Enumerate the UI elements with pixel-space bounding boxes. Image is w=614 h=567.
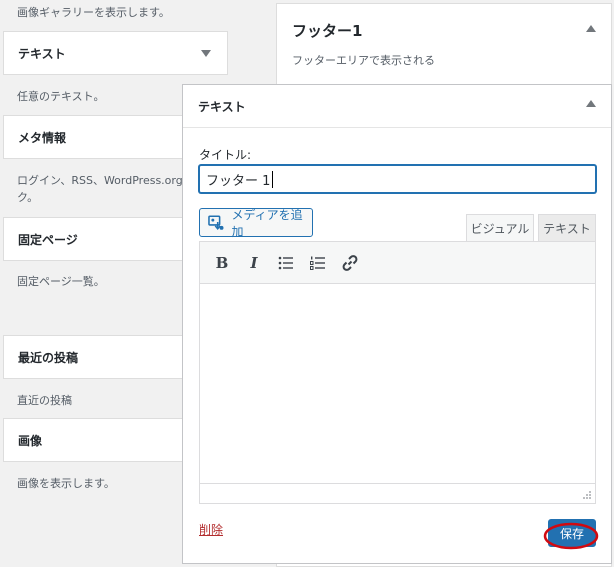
widget-image-description: 画像を表示します。	[17, 477, 115, 490]
widget-meta-title: メタ情報	[18, 130, 67, 145]
widget-text[interactable]: テキスト	[3, 31, 228, 75]
bulleted-list-button[interactable]	[270, 248, 302, 278]
numbered-list-icon	[310, 256, 325, 270]
widget-meta-description-cont: ク。	[17, 191, 39, 204]
delete-link[interactable]: 削除	[199, 521, 223, 538]
editor-statusbar	[200, 483, 595, 503]
insert-link-button[interactable]	[334, 248, 366, 278]
tab-visual-label: ビジュアル	[470, 222, 530, 236]
editor-toolbar: B I	[200, 242, 595, 284]
widget-pages-title: 固定ページ	[18, 232, 78, 247]
bold-icon: B	[215, 253, 229, 272]
widget-text-description: 任意のテキスト。	[17, 90, 105, 103]
widget-meta-description: ログイン、RSS、WordPress.org へのリン	[17, 174, 187, 187]
widget-meta[interactable]: メタ情報	[3, 115, 185, 159]
tab-text[interactable]: テキスト	[538, 214, 596, 242]
media-icon	[208, 214, 224, 230]
widget-image[interactable]: 画像	[3, 418, 185, 462]
add-media-button[interactable]: メディアを追加	[199, 207, 313, 239]
add-media-label: メディアを追加	[231, 207, 303, 239]
title-label: タイトル:	[199, 148, 252, 162]
sidebar-title[interactable]: フッター1	[292, 20, 362, 41]
widget-pages[interactable]: 固定ページ	[3, 217, 185, 261]
italic-button[interactable]: I	[238, 248, 270, 278]
widget-recent-posts[interactable]: 最近の投稿	[3, 335, 185, 379]
widget-pages-description: 固定ページ一覧。	[17, 275, 105, 288]
bold-button[interactable]: B	[206, 248, 238, 278]
editor-area: B I	[199, 241, 596, 504]
text-widget-header[interactable]: テキスト	[183, 85, 611, 128]
numbered-list-button[interactable]	[302, 248, 334, 278]
highlight-circle-annotation	[543, 522, 599, 550]
widget-text-title: テキスト	[18, 46, 66, 61]
bulleted-list-icon	[278, 256, 293, 269]
widget-recent-posts-title: 最近の投稿	[18, 350, 79, 365]
italic-icon: I	[250, 253, 258, 272]
chevron-up-icon[interactable]	[586, 25, 596, 32]
sidebar-description: フッターエリアで表示される	[292, 54, 435, 67]
text-cursor	[272, 170, 274, 188]
resize-handle-icon[interactable]	[582, 490, 592, 500]
title-input-value: フッター 1	[206, 173, 271, 189]
title-input[interactable]: フッター 1	[199, 165, 596, 193]
tab-text-label: テキスト	[543, 222, 591, 236]
widget-recent-posts-description: 直近の投稿	[17, 394, 72, 407]
link-icon	[342, 254, 358, 271]
text-widget-header-title: テキスト	[198, 99, 246, 114]
chevron-up-icon[interactable]	[586, 100, 596, 107]
tab-visual[interactable]: ビジュアル	[466, 214, 534, 242]
widget-image-title: 画像	[18, 433, 43, 448]
chevron-down-icon[interactable]	[201, 50, 211, 57]
gallery-description: 画像ギャラリーを表示します。	[17, 6, 170, 19]
